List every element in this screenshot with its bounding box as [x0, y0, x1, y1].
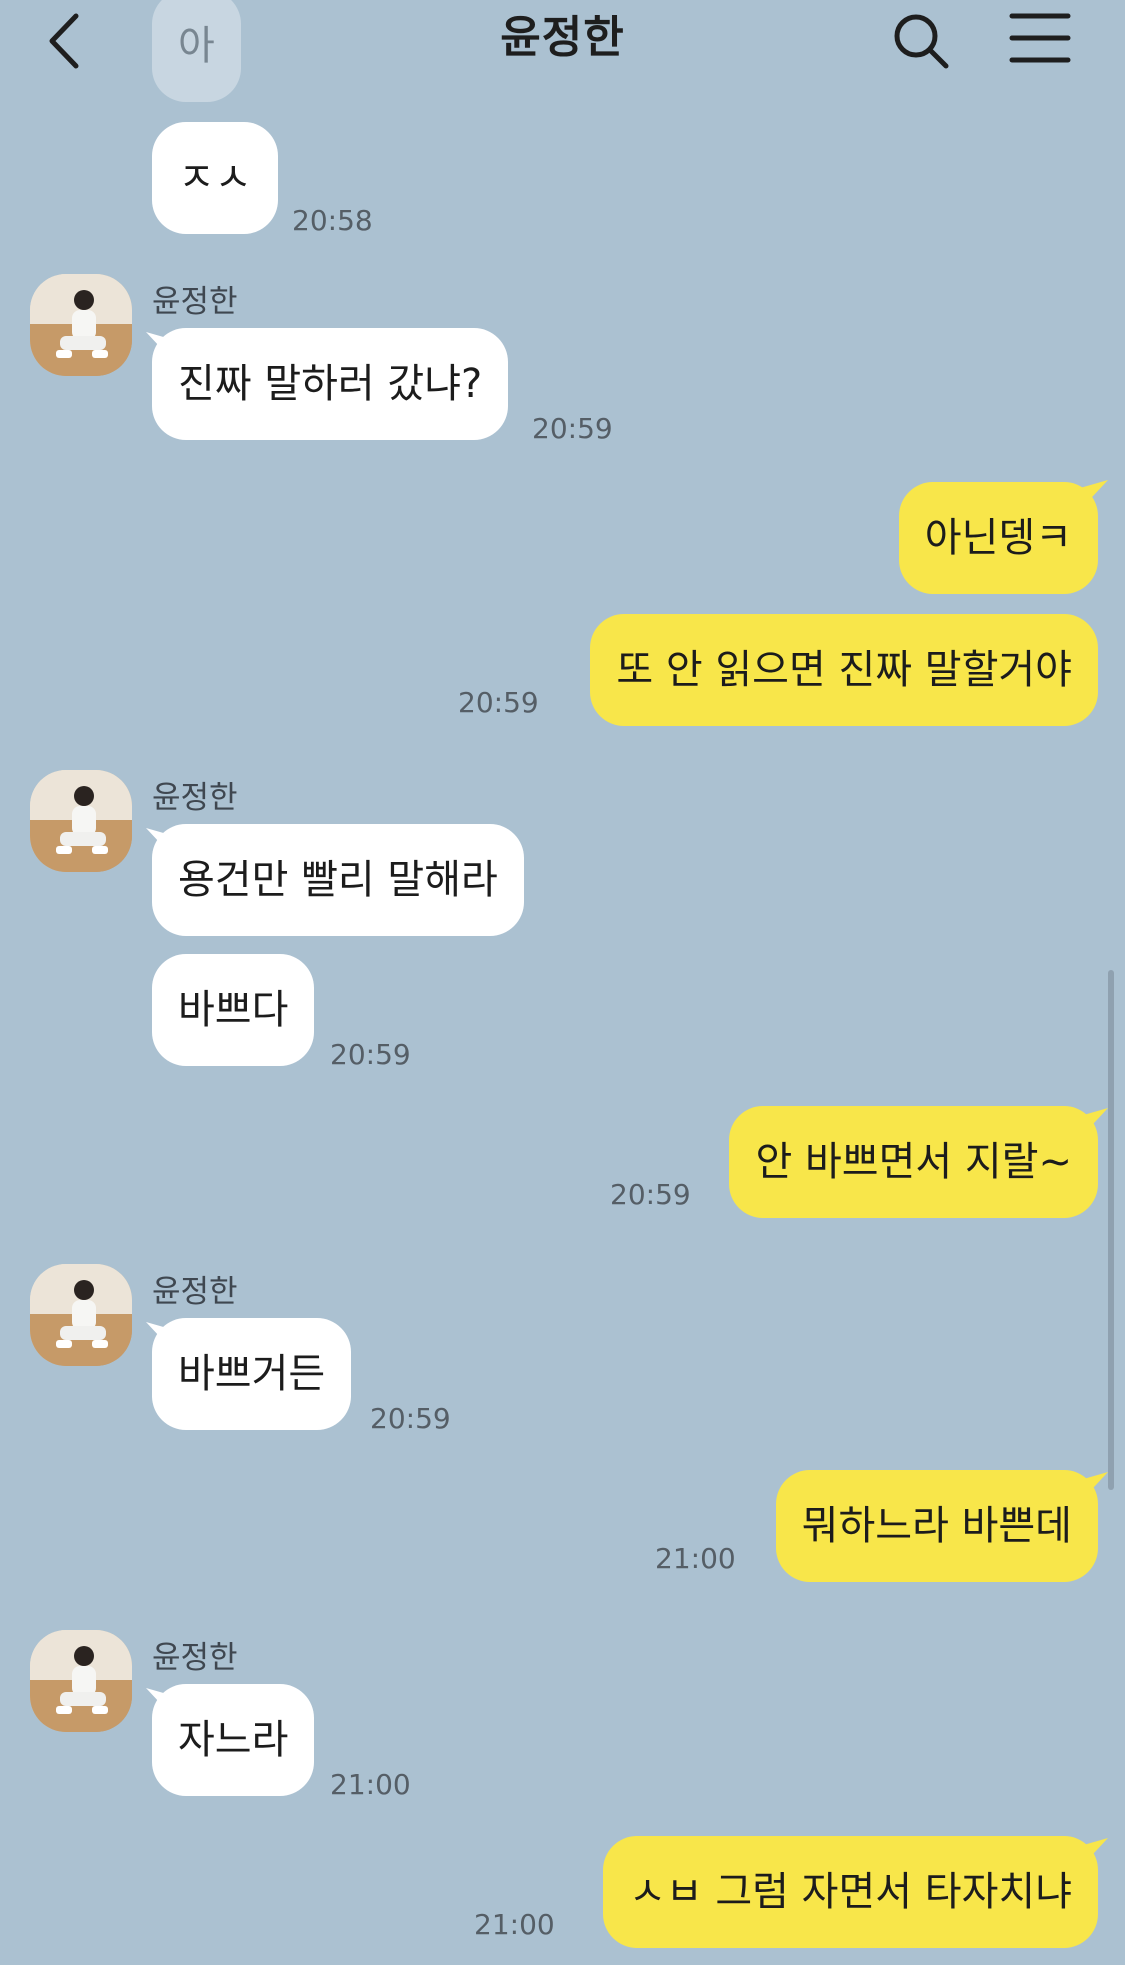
message-time: 20:59 — [330, 1038, 411, 1071]
message-bubble-outgoing[interactable]: 안 바쁘면서 지랄~ — [729, 1106, 1098, 1218]
message-bubble-incoming[interactable]: 진짜 말하러 갔냐? — [152, 328, 509, 440]
avatar[interactable] — [30, 1630, 132, 1732]
sender-name: 윤정한 — [152, 284, 238, 320]
message-bubble-incoming[interactable]: ㅈㅅ — [152, 122, 278, 234]
search-icon — [894, 14, 949, 69]
message-bubble-incoming[interactable]: 아 — [152, 0, 241, 102]
search-button[interactable] — [888, 8, 952, 72]
message-time: 20:59 — [370, 1402, 451, 1435]
message-time: 21:00 — [474, 1908, 555, 1941]
avatar-photo — [30, 274, 132, 376]
sender-name: 윤정한 — [152, 1274, 238, 1310]
message-bubble-outgoing[interactable]: 아닌뎅ㅋ — [898, 482, 1098, 594]
message-time: 21:00 — [330, 1768, 411, 1801]
message-bubble-incoming[interactable]: 용건만 빨리 말해라 — [152, 824, 524, 936]
message-bubble-incoming[interactable]: 바쁘다 — [152, 954, 315, 1066]
message-bubble-outgoing[interactable]: ㅅㅂ 그럼 자면서 타자치냐 — [603, 1836, 1098, 1948]
message-bubble-incoming[interactable]: 바쁘거든 — [152, 1318, 352, 1430]
menu-button[interactable] — [1008, 10, 1072, 66]
avatar-photo — [30, 770, 132, 872]
avatar-photo — [30, 1630, 132, 1732]
scrollbar[interactable] — [1108, 970, 1114, 1490]
message-bubble-incoming[interactable]: 자느라 — [152, 1684, 315, 1796]
sender-name: 윤정한 — [152, 780, 238, 816]
hamburger-menu-icon — [1009, 13, 1071, 63]
avatar[interactable] — [30, 770, 132, 872]
message-bubble-outgoing[interactable]: 뭐하느라 바쁜데 — [775, 1470, 1098, 1582]
message-time: 20:59 — [532, 412, 613, 445]
message-time: 20:58 — [292, 204, 373, 237]
message-time: 21:00 — [655, 1542, 736, 1575]
message-time: 20:59 — [458, 686, 539, 719]
avatar[interactable] — [30, 1264, 132, 1366]
sender-name: 윤정한 — [152, 1640, 238, 1676]
avatar-photo — [30, 1264, 132, 1366]
avatar[interactable] — [30, 274, 132, 376]
message-time: 20:59 — [610, 1178, 691, 1211]
message-bubble-outgoing[interactable]: 또 안 읽으면 진짜 말할거야 — [590, 614, 1098, 726]
